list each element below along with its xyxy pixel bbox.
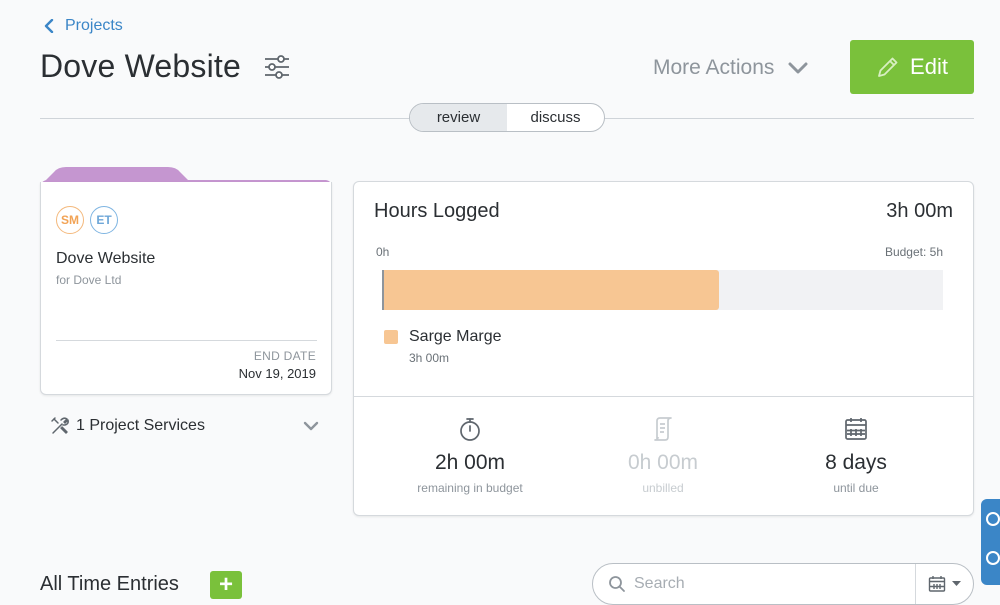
legend-swatch <box>384 330 398 344</box>
project-services-label: 1 Project Services <box>76 417 205 434</box>
project-services-toggle[interactable]: 1 Project Services <box>50 416 205 436</box>
stopwatch-icon <box>460 418 480 441</box>
hours-logged-card: Hours Logged 3h 00m 0h Budget: 5h Sarge … <box>353 181 974 516</box>
bar-budget-label: Budget: 5h <box>884 245 943 259</box>
legend-person-hours: 3h 00m <box>409 351 450 365</box>
chevron-down-icon[interactable] <box>302 420 320 432</box>
hours-logged-total: 3h 00m <box>886 200 953 222</box>
calendar-icon <box>928 576 946 592</box>
stat-unbilled: 0h 00m unbilled <box>563 416 763 495</box>
help-icon[interactable] <box>986 551 1000 565</box>
stat-remaining-value: 2h 00m <box>434 451 506 474</box>
budget-bar-fill[interactable] <box>384 270 720 310</box>
legend-person-name: Sarge Marge <box>409 328 502 345</box>
chevron-down-icon <box>788 62 808 74</box>
back-link-label: Projects <box>65 17 123 34</box>
budget-bar-track <box>382 270 943 310</box>
project-card[interactable]: SM ET Dove Website for Dove Ltd END DATE… <box>40 182 332 395</box>
stat-remaining-label: remaining in budget <box>417 481 523 495</box>
view-tabs: review discuss <box>409 103 605 132</box>
stat-due: 8 days until due <box>756 416 956 495</box>
chevron-left-icon <box>44 19 54 33</box>
more-actions-label: More Actions <box>653 56 775 79</box>
stat-due-label: until due <box>833 481 879 495</box>
avatar-et[interactable]: ET <box>90 206 118 234</box>
stat-due-value: 8 days <box>825 451 887 474</box>
stat-unbilled-label: unbilled <box>642 481 684 495</box>
calendar-icon <box>845 418 867 440</box>
bar-start-label: 0h <box>376 245 390 259</box>
edit-label: Edit <box>910 54 948 79</box>
hours-logged-title: Hours Logged <box>374 200 500 222</box>
project-name: Dove Website <box>56 250 156 267</box>
date-filter-dropdown[interactable] <box>915 564 973 604</box>
edit-button[interactable]: Edit <box>850 40 974 94</box>
tools-icon <box>51 417 69 434</box>
back-to-projects-link[interactable]: Projects <box>43 17 123 35</box>
stat-remaining: 2h 00m remaining in budget <box>370 416 570 495</box>
sliders-icon[interactable] <box>263 54 291 80</box>
pencil-icon <box>878 57 898 77</box>
invoice-icon <box>654 417 672 441</box>
page-title: Dove Website <box>40 48 242 84</box>
more-actions-dropdown[interactable]: More Actions <box>653 56 808 80</box>
hours-divider <box>354 396 973 397</box>
search-icon <box>609 576 625 592</box>
tab-discuss[interactable]: discuss <box>507 104 604 131</box>
project-client: for Dove Ltd <box>56 273 122 287</box>
stat-unbilled-value: 0h 00m <box>627 451 699 474</box>
time-entries-title: All Time Entries <box>40 573 179 595</box>
end-date-label: END DATE <box>253 349 316 363</box>
caret-down-icon <box>952 581 961 586</box>
search-box <box>592 563 974 605</box>
add-time-entry-button[interactable]: + <box>210 571 242 599</box>
end-date-value: Nov 19, 2019 <box>238 366 316 381</box>
card-divider <box>56 340 317 341</box>
chat-icon[interactable] <box>986 512 1000 526</box>
tab-review[interactable]: review <box>410 104 507 131</box>
avatar-sm[interactable]: SM <box>56 206 84 234</box>
search-input[interactable] <box>626 575 915 593</box>
